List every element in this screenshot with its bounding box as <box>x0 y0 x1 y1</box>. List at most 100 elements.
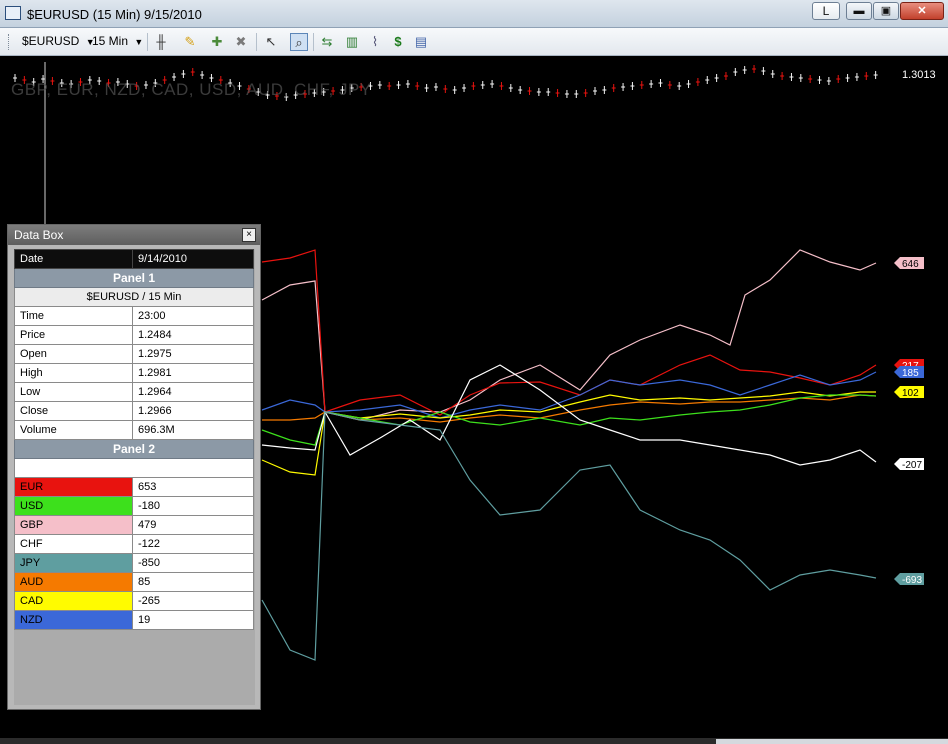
currency-value: 85 <box>132 572 254 592</box>
table-row: Low 1.2964 <box>14 382 254 402</box>
symbol-selector[interactable]: $EURUSD ▼ <box>22 34 95 48</box>
interval-selector[interactable]: 15 Min ▼ <box>92 34 143 48</box>
currency-value: -850 <box>132 553 254 573</box>
layout-badge-button[interactable]: L <box>812 2 840 20</box>
currency-value: 479 <box>132 515 254 535</box>
end-label-nzd: 185 <box>902 368 919 379</box>
currency-row: JPY -850 <box>14 553 254 573</box>
zoom-icon[interactable]: ⌕ <box>290 33 308 51</box>
table-row: Open 1.2975 <box>14 344 254 364</box>
end-label-cad: 102 <box>902 388 919 399</box>
currency-strength-lines <box>261 249 877 661</box>
data-window-icon[interactable]: ▤ <box>412 33 430 51</box>
panel1-header: Panel 1 <box>14 268 254 288</box>
row-label: Price <box>14 325 133 345</box>
close-button[interactable]: ✕ <box>900 2 944 20</box>
end-label-chf: -207 <box>902 460 922 471</box>
horizontal-scrollbar[interactable] <box>716 739 948 744</box>
currency-line-jpy <box>261 411 877 661</box>
date-value: 9/14/2010 <box>132 249 254 269</box>
minimize-button[interactable]: ▬ <box>846 2 872 20</box>
table-row: Price 1.2484 <box>14 325 254 345</box>
line-chart-icon[interactable]: ⌇ <box>366 33 384 51</box>
chart-analysis-icon[interactable]: ▥ <box>343 33 361 51</box>
currency-label: NZD <box>14 610 133 630</box>
currency-value: -180 <box>132 496 254 516</box>
row-value: 1.2484 <box>132 325 254 345</box>
toolbar-separator <box>313 33 314 51</box>
currency-label: USD <box>14 496 133 516</box>
chart-toolbar: $EURUSD ▼ 15 Min ▼ ╫ ✎ ✚ ✖ ↖ ⌕ ⇆ ▥ ⌇ $ ▤ <box>0 28 948 56</box>
currency-label: GBP <box>14 515 133 535</box>
chart-window: $EURUSD (15 Min) 9/15/2010 L ▬ ▣ ✕ $EURU… <box>0 0 948 744</box>
app-chart-icon <box>5 6 21 20</box>
data-box-panel[interactable]: Data Box × Date 9/14/2010 Panel 1 $EURUS… <box>7 224 261 710</box>
price-label: 1.3013 <box>902 69 936 81</box>
panel2-symbol <box>14 458 254 478</box>
currency-row: EUR 653 <box>14 477 254 497</box>
panel2-header: Panel 2 <box>14 439 254 459</box>
row-value: 23:00 <box>132 306 254 326</box>
end-label-jpy: -693 <box>902 575 922 586</box>
data-box-title-bar[interactable]: Data Box × <box>8 225 260 245</box>
window-title: $EURUSD (15 Min) 9/15/2010 <box>27 7 202 22</box>
currency-label: EUR <box>14 477 133 497</box>
currency-line-eur <box>261 249 877 416</box>
row-value: 1.2975 <box>132 344 254 364</box>
row-label: High <box>14 363 133 383</box>
currency-value: -122 <box>132 534 254 554</box>
row-value: 696.3M <box>132 420 254 440</box>
row-label: Volume <box>14 420 133 440</box>
chevron-down-icon: ▼ <box>134 37 144 47</box>
add-indicator-icon[interactable]: ✚ <box>208 33 226 51</box>
row-label: Time <box>14 306 133 326</box>
maximize-button[interactable]: ▣ <box>873 2 899 20</box>
title-bar[interactable]: $EURUSD (15 Min) 9/15/2010 L ▬ ▣ ✕ <box>0 0 948 28</box>
currency-label: AUD <box>14 572 133 592</box>
end-label-gbp: 646 <box>902 259 919 270</box>
line-end-labels: 646217185102-207-693 <box>894 257 924 586</box>
panel1-subheader: $EURUSD / 15 Min <box>14 287 254 307</box>
row-label: Close <box>14 401 133 421</box>
row-value: 1.2964 <box>132 382 254 402</box>
currency-value: 19 <box>132 610 254 630</box>
currency-row: NZD 19 <box>14 610 254 630</box>
symbol-label: $EURUSD <box>22 34 80 48</box>
currency-label: JPY <box>14 553 133 573</box>
toolbar-separator <box>147 33 148 51</box>
panel1-title: Panel 1 <box>14 268 254 288</box>
table-row: Volume 696.3M <box>14 420 254 440</box>
bar-style-icon[interactable]: ╫ <box>152 33 170 51</box>
table-row: Time 23:00 <box>14 306 254 326</box>
table-row: Close 1.2966 <box>14 401 254 421</box>
currency-label: CAD <box>14 591 133 611</box>
currency-row: AUD 85 <box>14 572 254 592</box>
currency-row: CHF -122 <box>14 534 254 554</box>
strategy-icon[interactable]: ⇆ <box>318 33 336 51</box>
panel2-subheader <box>14 458 254 478</box>
data-box-body: Date 9/14/2010 Panel 1 $EURUSD / 15 Min … <box>14 249 255 705</box>
data-box-close-button[interactable]: × <box>242 228 256 242</box>
pencil-icon[interactable]: ✎ <box>181 33 199 51</box>
currency-row: USD -180 <box>14 496 254 516</box>
currency-line-cad <box>261 391 876 476</box>
currency-row: CAD -265 <box>14 591 254 611</box>
currency-value: 653 <box>132 477 254 497</box>
symbols-overlay: GBP, EUR, NZD, CAD, USD, AUD, CHF, JPY <box>11 80 372 99</box>
row-value: 1.2966 <box>132 401 254 421</box>
data-box-title: Data Box <box>14 228 64 242</box>
cursor-icon[interactable]: ↖ <box>262 33 280 51</box>
currency-row: GBP 479 <box>14 515 254 535</box>
currency-value: -265 <box>132 591 254 611</box>
interval-label: 15 Min <box>92 34 129 48</box>
panel2-title: Panel 2 <box>14 439 254 459</box>
row-value: 1.2981 <box>132 363 254 383</box>
date-label: Date <box>14 249 133 269</box>
currency-label: CHF <box>14 534 133 554</box>
row-label: Open <box>14 344 133 364</box>
toolbar-grip[interactable] <box>8 34 11 50</box>
data-box-table: Date 9/14/2010 Panel 1 $EURUSD / 15 Min … <box>14 249 254 630</box>
dollar-icon[interactable]: $ <box>389 33 407 51</box>
remove-indicator-icon[interactable]: ✖ <box>232 33 250 51</box>
panel1-symbol: $EURUSD / 15 Min <box>14 287 254 307</box>
